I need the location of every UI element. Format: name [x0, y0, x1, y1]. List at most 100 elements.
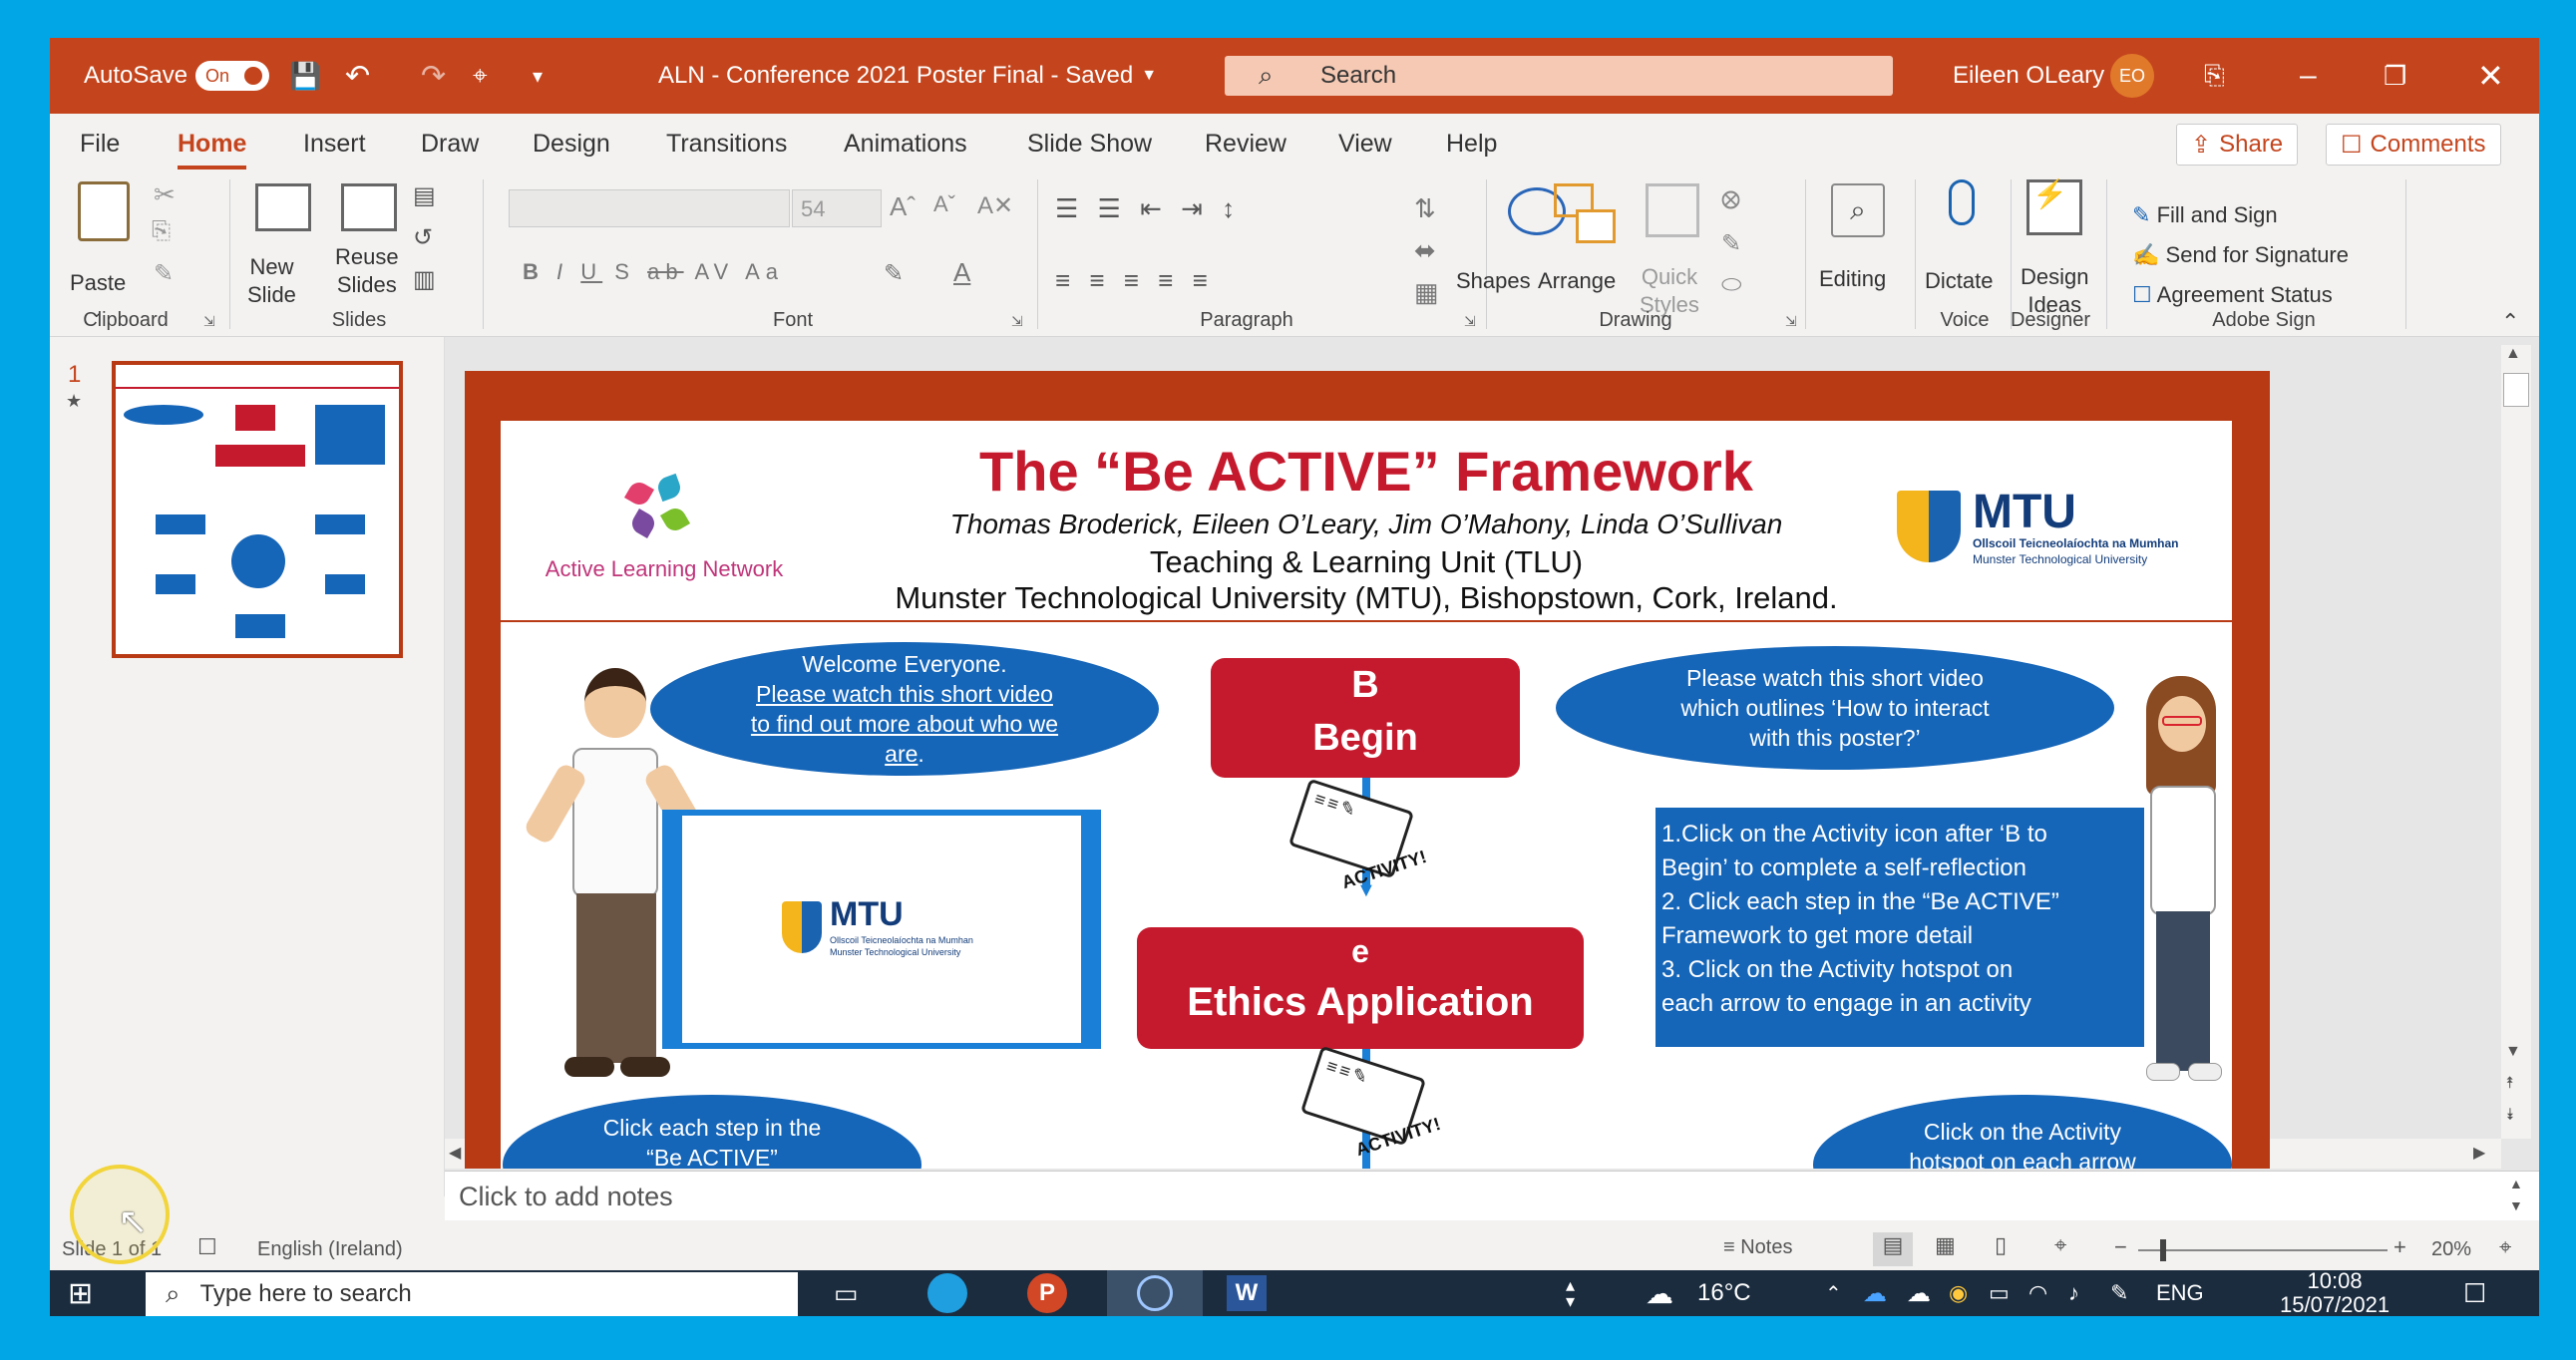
font-launcher-icon[interactable]: ⇲ — [1011, 313, 1023, 330]
highlight-icon[interactable]: ✎ — [884, 259, 904, 288]
onedrive-icon[interactable]: ☁ — [1863, 1270, 1887, 1316]
redo-icon[interactable]: ↷ — [421, 38, 446, 114]
shapes-button[interactable]: Shapes — [1456, 267, 1531, 295]
undo-icon[interactable]: ↶ — [345, 38, 370, 114]
vertical-scrollbar[interactable]: ▲ ▼ ⯭ ⯯ — [2501, 345, 2531, 1139]
new-slide-button[interactable]: New Slide — [247, 253, 296, 309]
microphone-icon[interactable] — [1949, 179, 1975, 225]
agreement-status-button[interactable]: ☐ Agreement Status — [2132, 281, 2333, 309]
search-input[interactable]: ⌕ Search — [1225, 56, 1893, 96]
drawing-launcher-icon[interactable]: ⇲ — [1785, 313, 1797, 330]
powerpoint-icon[interactable]: P — [1027, 1273, 1067, 1313]
step-b-begin[interactable]: B Begin — [1211, 658, 1520, 778]
smartart-icon[interactable]: ▦ — [1414, 277, 1439, 308]
scroll-thumb[interactable] — [2503, 373, 2529, 407]
tab-review[interactable]: Review — [1205, 114, 1287, 173]
wifi-icon[interactable]: ◠ — [2028, 1270, 2047, 1316]
word-icon[interactable]: W — [1227, 1275, 1267, 1311]
avatar[interactable]: EO — [2110, 54, 2154, 98]
welcome-link-line-4[interactable]: are — [885, 741, 918, 767]
video-player[interactable]: MTU Ollscoil Teicneolaíochta na Mumhan M… — [662, 810, 1101, 1049]
fill-and-sign-button[interactable]: ✎ Fill and Sign — [2132, 201, 2278, 229]
reuse-slides-icon[interactable] — [341, 183, 397, 231]
slideshow-view-icon[interactable]: ⌖ — [2054, 1232, 2066, 1258]
save-icon[interactable]: 💾 — [289, 38, 321, 114]
tab-slide-show[interactable]: Slide Show — [1027, 114, 1152, 173]
quick-styles-icon[interactable] — [1646, 183, 1699, 237]
accessibility-icon[interactable]: ☐ — [197, 1234, 217, 1260]
clock[interactable]: 10:08 15/07/2021 — [2280, 1269, 2390, 1317]
cut-icon[interactable]: ✂ — [154, 179, 176, 210]
zoom-level[interactable]: 20% — [2431, 1238, 2471, 1261]
pen-tray-icon[interactable]: ✎ — [2110, 1270, 2128, 1316]
paragraph-launcher-icon[interactable]: ⇲ — [1464, 313, 1476, 330]
editing-button[interactable]: Editing — [1819, 265, 1886, 293]
normal-view-icon[interactable]: ▤ — [1873, 1232, 1913, 1266]
welcome-link-line-3[interactable]: to find out more about who we — [751, 709, 1058, 739]
tab-help[interactable]: Help — [1446, 114, 1497, 173]
how-to-interact-bubble[interactable]: Please watch this short video which outl… — [1556, 646, 2114, 770]
task-view-icon[interactable]: ▭ — [834, 1270, 859, 1316]
ribbon-display-options-icon[interactable]: ⎘ — [2204, 38, 2225, 114]
scroll-up-icon[interactable]: ▲ — [2505, 345, 2521, 363]
tray-app-icon[interactable]: ◉ — [1949, 1270, 1968, 1316]
shape-effects-icon[interactable]: ⬭ — [1721, 271, 1742, 299]
clipboard-launcher-icon[interactable]: ⇲ — [203, 313, 215, 330]
strikethrough-button[interactable]: ab — [647, 259, 683, 284]
battery-icon[interactable]: ▭ — [1989, 1270, 2010, 1316]
notes-scroll-down-icon[interactable]: ▼ — [2509, 1197, 2523, 1213]
tab-home[interactable]: Home — [178, 114, 247, 173]
tab-transitions[interactable]: Transitions — [666, 114, 787, 173]
slide[interactable]: The “Be ACTIVE” Framework Thomas Broderi… — [465, 371, 2270, 1169]
share-button[interactable]: ⇪ Share — [2176, 124, 2299, 166]
close-icon[interactable]: ✕ — [2477, 38, 2504, 114]
bottom-right-bubble[interactable]: Click on the Activity hotspot on each ar… — [1813, 1095, 2232, 1169]
weather-temp[interactable]: 16°C — [1697, 1270, 1751, 1316]
zoom-out-icon[interactable]: − — [2114, 1234, 2127, 1260]
tab-view[interactable]: View — [1338, 114, 1392, 173]
find-icon[interactable]: ⌕ — [1831, 183, 1885, 237]
step-e-ethics[interactable]: e Ethics Application — [1137, 927, 1584, 1049]
new-slide-icon[interactable] — [255, 183, 311, 231]
welcome-bubble[interactable]: Welcome Everyone. Please watch this shor… — [650, 642, 1159, 776]
font-size-select[interactable]: 54 — [792, 189, 882, 227]
list-buttons[interactable]: ☰ ☰ ⇤ ⇥ ↕ — [1055, 193, 1241, 224]
text-direction-icon[interactable]: ⇅ — [1414, 193, 1436, 224]
welcome-link-line-2[interactable]: Please watch this short video — [756, 679, 1053, 709]
next-slide-icon[interactable]: ⯯ — [2505, 1107, 2515, 1125]
taskbar-scroll-icon[interactable]: ▴ ▾ — [1566, 1270, 1575, 1316]
change-case-button[interactable]: Aa — [745, 259, 784, 284]
dictate-button[interactable]: Dictate — [1925, 267, 1993, 295]
reuse-slides-button[interactable]: Reuse Slides — [335, 243, 399, 299]
paste-button[interactable]: Paste — [70, 269, 126, 297]
language-indicator[interactable]: English (Ireland) — [257, 1238, 403, 1261]
shape-outline-icon[interactable]: ✎ — [1721, 229, 1741, 258]
notes-pane[interactable]: Click to add notes ▲ ▼ — [445, 1171, 2539, 1220]
volume-icon[interactable]: ♪ — [2068, 1270, 2079, 1316]
notification-icon[interactable]: ☐ — [2463, 1270, 2486, 1316]
shadow-button[interactable]: S — [614, 259, 635, 284]
slide-sorter-icon[interactable]: ▦ — [1935, 1232, 1956, 1258]
tab-draw[interactable]: Draw — [421, 114, 479, 173]
align-buttons[interactable]: ≡ ≡ ≡ ≡ ≡ — [1055, 265, 1214, 296]
decrease-font-icon[interactable]: Aˇ — [933, 191, 955, 217]
user-name[interactable]: Eileen OLeary — [1953, 38, 2104, 114]
zoom-slider[interactable] — [2138, 1239, 2388, 1261]
scroll-down-icon[interactable]: ▼ — [2505, 1043, 2521, 1061]
italic-button[interactable]: I — [556, 259, 568, 284]
taskbar-search[interactable]: ⌕ Type here to search — [146, 1272, 798, 1316]
autosave-toggle[interactable]: On — [195, 61, 269, 91]
present-icon[interactable]: ⌖ — [473, 38, 488, 114]
input-language[interactable]: ENG — [2156, 1270, 2204, 1316]
tab-file[interactable]: File — [80, 114, 120, 173]
layout-icon[interactable]: ▤ — [413, 181, 436, 210]
notes-toggle[interactable]: ≡ Notes — [1723, 1236, 1792, 1259]
tab-design[interactable]: Design — [533, 114, 610, 173]
section-icon[interactable]: ▥ — [413, 265, 436, 294]
scroll-left-icon[interactable]: ◀ — [449, 1143, 461, 1163]
send-for-signature-button[interactable]: ✍ Send for Signature — [2132, 241, 2349, 269]
copy-icon[interactable]: ⎘ — [152, 217, 171, 245]
reading-view-icon[interactable]: ▯ — [1995, 1232, 2007, 1258]
zoom-in-icon[interactable]: + — [2393, 1234, 2406, 1260]
paste-icon[interactable] — [78, 181, 130, 241]
